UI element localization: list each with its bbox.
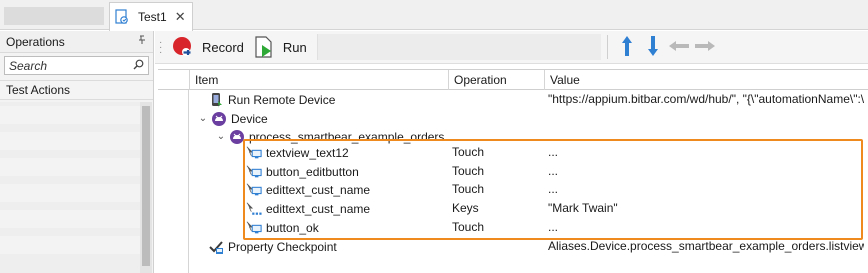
touch-action-icon [246,164,262,180]
row-item-name: textview_text12 [266,145,349,160]
row-value: ... [548,220,559,234]
table-row[interactable]: ⌄ Device [158,109,868,128]
table-row[interactable]: Run Remote Device "https://appium.bitbar… [158,90,868,109]
row-item-name: process_smartbear_example_orders [249,129,445,144]
run-icon [252,35,276,59]
table-row[interactable]: textview_text12 Touch ... [158,143,868,162]
row-operation: Touch [452,145,485,159]
row-operation: Touch [452,220,485,234]
list-item[interactable] [0,158,140,176]
test-steps-grid: Item Operation Value Run Remote Device "… [158,69,868,273]
record-icon [171,35,195,59]
table-row[interactable]: edittext_cust_name Touch ... [158,180,868,199]
list-item[interactable] [0,236,140,254]
keys-action-icon [246,201,262,217]
operations-scrollbar[interactable] [140,102,152,273]
search-icon[interactable] [133,59,144,73]
list-item[interactable] [0,132,140,150]
row-operation: Touch [452,164,485,178]
table-row[interactable]: button_editbutton Touch ... [158,162,868,181]
move-up-button[interactable] [614,33,640,61]
row-item-name: Property Checkpoint [228,239,337,254]
arrow-down-icon [646,34,660,61]
row-value: ... [548,145,559,159]
close-icon[interactable]: ✕ [175,9,186,25]
toolbar-grip[interactable]: · · · [159,37,167,57]
row-value: ... [548,182,559,196]
row-value: Aliases.Device.process_smartbear_example… [548,239,864,253]
column-header-operation[interactable]: Operation [448,70,544,90]
row-item-name: edittext_cust_name [266,182,371,197]
toolbar-blank-field [316,34,601,60]
scrollbar-thumb[interactable] [142,106,150,266]
row-item-name: edittext_cust_name [266,201,371,216]
tab-test1[interactable]: Test1 ✕ [109,2,193,31]
checkpoint-icon [208,239,224,255]
expand-chevron-icon[interactable]: ⌄ [216,131,226,142]
search-placeholder: Search [9,58,48,73]
row-value: "https://appium.bitbar.com/wd/hub/", "{\… [548,92,864,106]
record-button[interactable]: Record [167,33,248,61]
test-actions-label: Test Actions [6,83,71,97]
move-down-button[interactable] [640,33,666,61]
run-label: Run [282,39,307,55]
move-left-button[interactable] [666,33,692,61]
touch-action-icon [246,220,262,236]
tab-strip: Test1 ✕ [0,0,868,31]
operations-panel-title: Operations [6,34,65,49]
row-operation: Touch [452,182,485,196]
run-button[interactable]: Run [248,33,311,61]
arrow-right-icon [693,39,717,56]
pin-icon[interactable] [137,35,147,48]
android-object-icon [211,111,227,127]
touch-action-icon [246,145,262,161]
touch-action-icon [246,182,262,198]
row-operation: Keys [452,201,479,215]
test-actions-header[interactable]: Test Actions [0,80,153,100]
row-item-name: Run Remote Device [228,92,336,107]
column-header-value[interactable]: Value [544,70,868,90]
arrow-left-icon [667,39,691,56]
grid-header: Item Operation Value [158,69,868,90]
expand-chevron-icon[interactable]: ⌄ [198,113,208,124]
row-value: "Mark Twain" [548,201,618,215]
row-value [548,109,864,128]
table-row[interactable]: Property Checkpoint Aliases.Device.proce… [158,237,868,256]
table-row[interactable]: edittext_cust_name Keys "Mark Twain" [158,199,868,218]
row-value: ... [548,164,559,178]
row-item-name: button_ok [266,220,319,235]
keyword-test-icon [114,9,130,25]
record-label: Record [202,39,244,55]
table-row[interactable]: button_ok Touch ... [158,218,868,237]
move-right-button[interactable] [692,33,718,61]
row-item-name: button_editbutton [266,164,359,179]
operations-panel: Operations Search Test Actions [0,31,154,273]
arrow-up-icon [620,34,634,61]
list-item[interactable] [0,184,140,202]
list-item[interactable] [0,106,140,124]
device-icon [208,92,224,108]
editor-toolbar: · · · Record Run [155,31,868,64]
search-input[interactable]: Search [4,56,149,75]
tab-label: Test1 [138,10,167,24]
row-item-name: Device [231,111,268,126]
list-item[interactable] [0,210,140,228]
tab-placeholder[interactable] [4,7,104,25]
column-header-item[interactable]: Item [189,70,452,90]
operations-panel-header: Operations [0,31,153,53]
operations-list [0,102,140,273]
toolbar-separator [606,35,608,59]
